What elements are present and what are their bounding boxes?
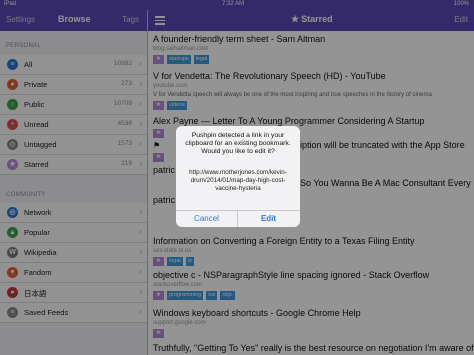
- clipboard-alert-dialog: Pushpin detected a link in your clipboar…: [176, 126, 300, 227]
- alert-message: Pushpin detected a link in your clipboar…: [185, 132, 291, 156]
- alert-url: http://www.motherjones.com/kevin-drum/20…: [189, 169, 287, 193]
- edit-bookmark-button[interactable]: Edit: [238, 211, 299, 227]
- cancel-button[interactable]: Cancel: [176, 211, 238, 227]
- alert-buttons: Cancel Edit: [176, 210, 300, 227]
